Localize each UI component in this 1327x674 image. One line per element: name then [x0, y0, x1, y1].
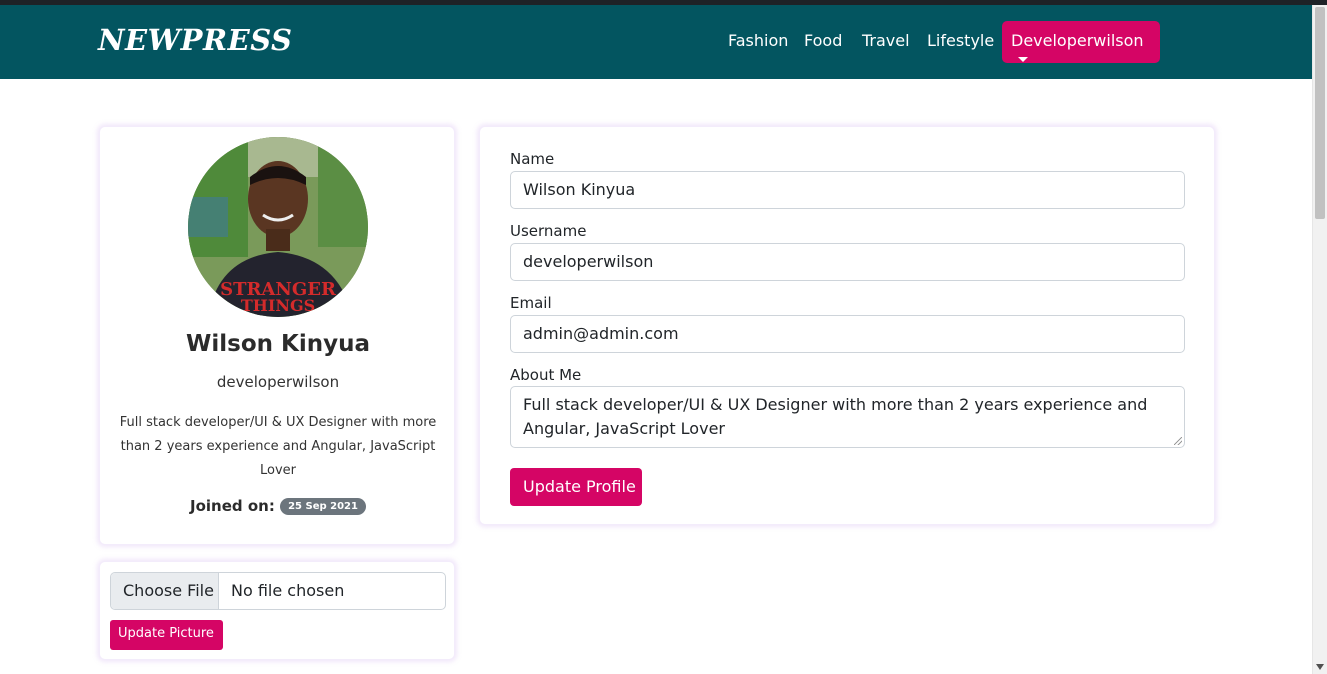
- caret-down-icon: [1018, 57, 1028, 62]
- joined-date-badge: 25 Sep 2021: [280, 498, 366, 515]
- choose-file-button[interactable]: Choose File: [111, 573, 219, 609]
- email-field[interactable]: admin@admin.com: [510, 315, 1185, 353]
- user-menu-dropdown[interactable]: Developerwilson: [1002, 21, 1160, 63]
- page-scrollbar[interactable]: [1312, 5, 1327, 674]
- nav-link-fashion[interactable]: Fashion: [728, 31, 788, 50]
- about-me-text: Full stack developer/UI & UX Designer wi…: [523, 395, 1148, 438]
- svg-text:THINGS: THINGS: [241, 296, 315, 315]
- profile-card: STRANGER THINGS Wilson Kinyua developerw…: [99, 126, 455, 545]
- profile-username: developerwilson: [216, 373, 340, 391]
- user-menu-label: Developerwilson: [1011, 31, 1144, 50]
- upload-picture-card: Choose File No file chosen Update Pictur…: [99, 561, 455, 660]
- scroll-down-arrow-icon[interactable]: [1316, 664, 1324, 670]
- username-label: Username: [510, 222, 587, 240]
- file-input[interactable]: Choose File No file chosen: [110, 572, 446, 610]
- update-picture-button[interactable]: Update Picture: [110, 620, 223, 650]
- nav-link-lifestyle[interactable]: Lifestyle: [927, 31, 994, 50]
- avatar-photo: STRANGER THINGS: [188, 137, 368, 317]
- update-profile-button[interactable]: Update Profile: [510, 468, 642, 506]
- joined-info: Joined on: 25 Sep 2021: [100, 497, 456, 515]
- name-field[interactable]: Wilson Kinyua: [510, 171, 1185, 209]
- name-label: Name: [510, 150, 555, 168]
- resize-handle-icon[interactable]: [1174, 437, 1182, 445]
- email-label: Email: [510, 294, 552, 312]
- scrollbar-thumb[interactable]: [1315, 7, 1325, 219]
- nav-link-food[interactable]: Food: [804, 31, 842, 50]
- file-status-text: No file chosen: [231, 581, 345, 600]
- edit-profile-form: Name Wilson Kinyua Username developerwil…: [479, 126, 1215, 525]
- profile-name: Wilson Kinyua: [186, 331, 370, 357]
- about-me-label: About Me: [510, 366, 582, 384]
- navbar: NEWPRESS Fashion Food Travel Lifestyle D…: [0, 5, 1312, 79]
- avatar: STRANGER THINGS: [188, 137, 368, 317]
- about-me-textarea[interactable]: Full stack developer/UI & UX Designer wi…: [510, 386, 1185, 448]
- joined-label: Joined on:: [190, 497, 275, 515]
- nav-link-travel[interactable]: Travel: [862, 31, 910, 50]
- username-field[interactable]: developerwilson: [510, 243, 1185, 281]
- profile-about: Full stack developer/UI & UX Designer wi…: [119, 415, 437, 478]
- brand-logo[interactable]: NEWPRESS: [98, 23, 292, 57]
